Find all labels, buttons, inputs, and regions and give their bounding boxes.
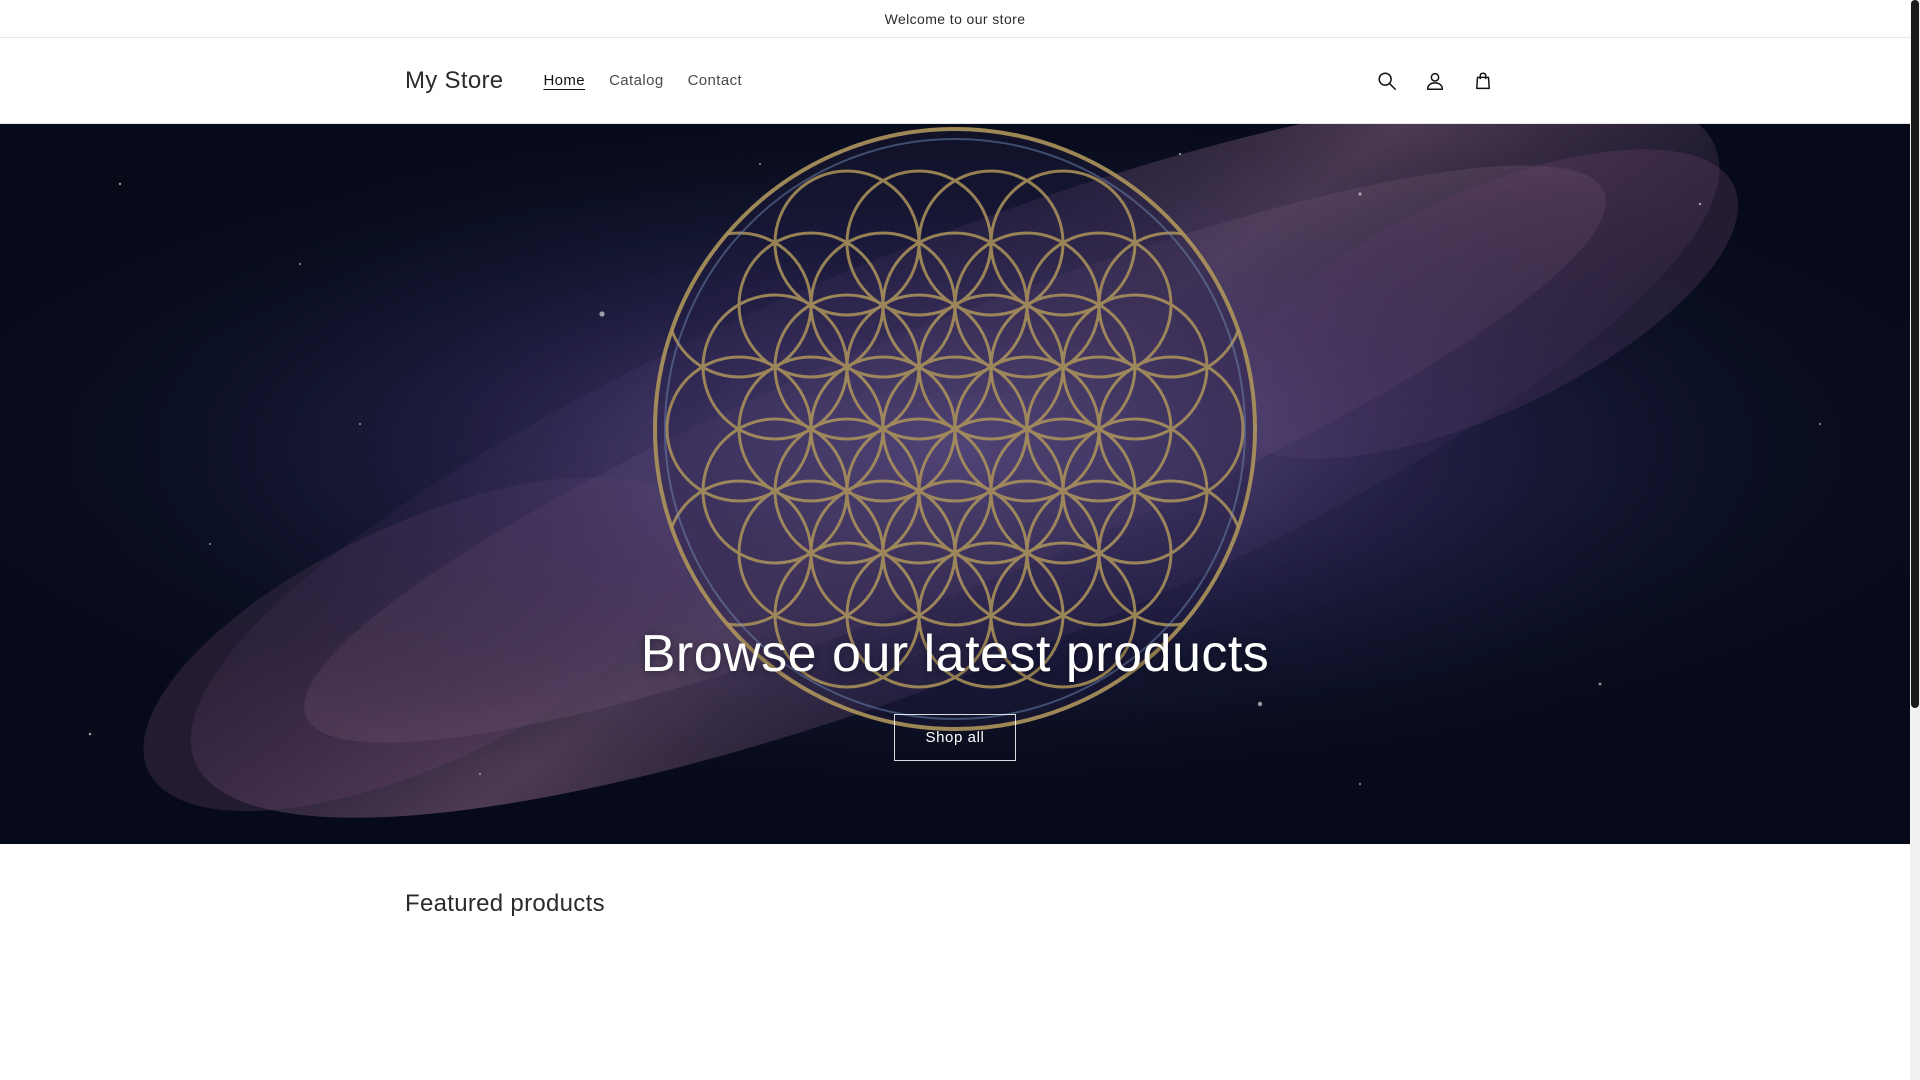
header-icons	[1365, 59, 1505, 103]
header-inner: My Store Home Catalog Contact	[405, 38, 1505, 123]
scrollbar-thumb[interactable]	[1911, 0, 1919, 708]
nav-catalog[interactable]: Catalog	[597, 64, 676, 97]
hero-banner: Browse our latest products Shop all	[0, 124, 1910, 844]
page-scrollbar[interactable]	[1910, 0, 1920, 1080]
store-page: Welcome to our store My Store Home Catal…	[0, 0, 1910, 1080]
nav-contact[interactable]: Contact	[676, 64, 755, 97]
shop-all-button[interactable]: Shop all	[894, 714, 1016, 761]
search-icon	[1378, 71, 1396, 90]
hero-content: Browse our latest products Shop all	[0, 624, 1910, 761]
announcement-bar: Welcome to our store	[0, 0, 1910, 38]
nav-home[interactable]: Home	[531, 64, 597, 97]
store-logo[interactable]: My Store	[405, 67, 503, 95]
cart-button[interactable]	[1461, 59, 1505, 103]
featured-products-title: Featured products	[405, 890, 605, 917]
account-icon	[1426, 72, 1444, 90]
main-nav: Home Catalog Contact	[531, 64, 754, 97]
site-header: My Store Home Catalog Contact	[0, 38, 1910, 124]
announcement-text: Welcome to our store	[884, 10, 1026, 27]
featured-products-section: Featured products	[0, 844, 1910, 1080]
browser-viewport: Welcome to our store My Store Home Catal…	[0, 0, 1920, 1080]
search-button[interactable]	[1365, 59, 1409, 103]
account-button[interactable]	[1413, 59, 1457, 103]
cart-icon	[1476, 71, 1490, 89]
hero-title: Browse our latest products	[640, 625, 1270, 683]
